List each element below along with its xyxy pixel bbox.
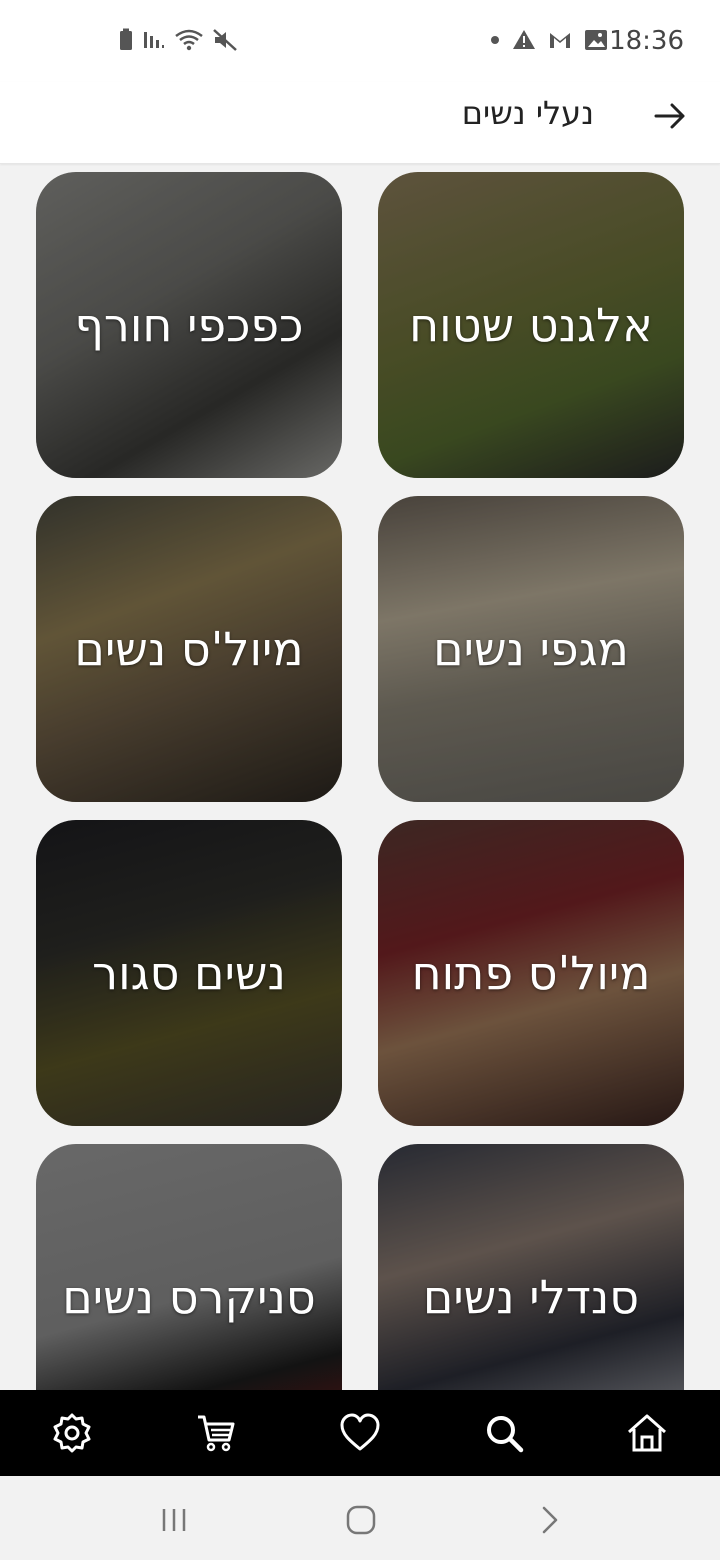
back-icon bbox=[542, 1506, 558, 1534]
category-tile-elegant-flat[interactable]: אלגנט שטוח bbox=[378, 172, 684, 478]
category-tile-women-mules[interactable]: מיול'ס נשים bbox=[36, 496, 342, 802]
wifi-icon bbox=[175, 29, 203, 51]
settings-icon bbox=[53, 1413, 91, 1453]
category-label: סניקרס נשים bbox=[62, 1270, 316, 1324]
cart-icon bbox=[198, 1415, 235, 1452]
nav-settings-button[interactable] bbox=[49, 1410, 95, 1456]
mute-icon bbox=[213, 29, 237, 51]
status-left-icons bbox=[118, 28, 238, 52]
battery-icon bbox=[120, 28, 132, 50]
nav-cart-button[interactable] bbox=[193, 1410, 239, 1456]
system-nav-bar bbox=[0, 1476, 720, 1560]
home-circle-icon bbox=[346, 1505, 376, 1535]
category-label: סנדלי נשים bbox=[422, 1270, 640, 1324]
search-icon bbox=[487, 1416, 524, 1453]
category-label: אלגנט שטוח bbox=[409, 298, 653, 352]
system-home-button[interactable] bbox=[341, 1500, 381, 1540]
nav-search-button[interactable] bbox=[481, 1410, 527, 1456]
status-time: 18:36 bbox=[609, 26, 684, 56]
recents-icon bbox=[162, 1509, 186, 1531]
category-label: מגפי נשים bbox=[433, 622, 629, 676]
home-icon bbox=[628, 1414, 666, 1452]
category-tile-women-sneakers[interactable]: סניקרס נשים bbox=[36, 1144, 342, 1390]
page-title: נעלי נשים bbox=[461, 94, 594, 132]
category-tile-winter-slippers[interactable]: כפכפי חורף bbox=[36, 172, 342, 478]
gmail-icon bbox=[550, 33, 570, 48]
nav-favorites-button[interactable] bbox=[337, 1410, 383, 1456]
signal-icon bbox=[144, 32, 164, 48]
category-label: מיול'ס נשים bbox=[74, 622, 304, 676]
tile-overlay bbox=[36, 1144, 342, 1390]
category-tile-women-boots[interactable]: מגפי נשים bbox=[378, 496, 684, 802]
image-icon bbox=[585, 30, 607, 50]
status-bar: 18:36 bbox=[0, 0, 720, 82]
tile-overlay bbox=[378, 1144, 684, 1390]
bottom-nav bbox=[0, 1390, 720, 1476]
back-button[interactable] bbox=[650, 96, 690, 136]
category-label: כפכפי חורף bbox=[74, 298, 304, 352]
status-right-icons bbox=[490, 28, 608, 52]
arrow-right-icon bbox=[654, 103, 685, 129]
category-label: נשים סגור bbox=[92, 946, 286, 1000]
nav-home-button[interactable] bbox=[624, 1410, 670, 1456]
warning-icon bbox=[513, 30, 535, 49]
app-header: נעלי נשים bbox=[0, 82, 720, 164]
category-tile-open-mules[interactable]: מיול'ס פתוח bbox=[378, 820, 684, 1126]
heart-icon bbox=[340, 1413, 380, 1451]
category-tile-women-closed[interactable]: נשים סגור bbox=[36, 820, 342, 1126]
dot-icon bbox=[491, 36, 499, 44]
system-back-button[interactable] bbox=[528, 1500, 568, 1540]
system-recents-button[interactable] bbox=[154, 1500, 194, 1540]
category-tile-women-sandals[interactable]: סנדלי נשים bbox=[378, 1144, 684, 1390]
category-grid: אלגנט שטוח כפכפי חורף מגפי נשים מיול'ס נ… bbox=[0, 172, 720, 1390]
category-label: מיול'ס פתוח bbox=[411, 946, 651, 1000]
